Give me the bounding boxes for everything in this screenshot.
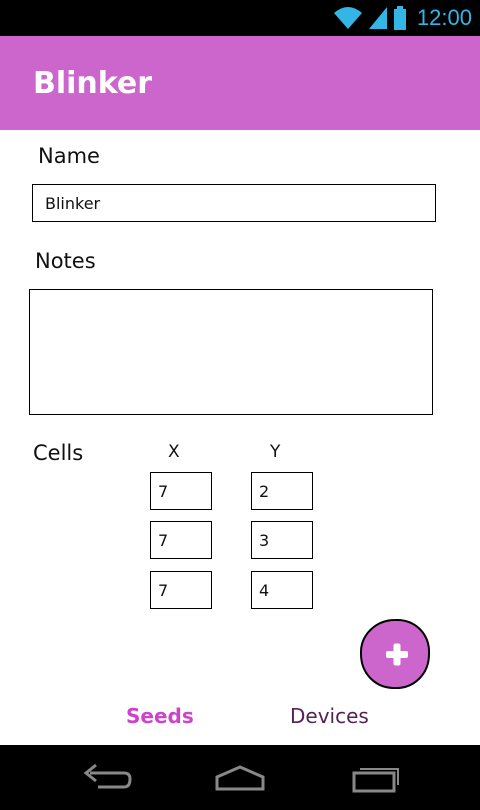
action-bar: Blinker: [0, 36, 480, 130]
signal-icon: [368, 7, 387, 29]
recents-button[interactable]: [350, 761, 402, 793]
cell-x-field[interactable]: 7: [150, 571, 212, 609]
add-cell-button[interactable]: [359, 618, 431, 690]
app-title: Blinker: [33, 66, 153, 101]
back-icon: [83, 763, 132, 789]
notes-label: Notes: [35, 249, 96, 273]
tab-devices[interactable]: Devices: [290, 704, 369, 728]
status-icons: 12:00: [333, 0, 480, 36]
plus-icon: [359, 618, 431, 690]
cell-x-field[interactable]: 7: [150, 472, 212, 510]
x-column-header: X: [168, 442, 180, 462]
cells-label: Cells: [33, 441, 84, 465]
back-button[interactable]: [80, 761, 132, 793]
home-button[interactable]: [214, 761, 266, 793]
status-time: 12:00: [416, 5, 472, 30]
home-icon: [215, 765, 265, 791]
cell-y-field[interactable]: 2: [251, 472, 313, 510]
cell-y-field[interactable]: 4: [251, 571, 313, 609]
battery-icon: [393, 6, 406, 30]
recents-icon: [352, 768, 399, 793]
cell-x-field[interactable]: 7: [150, 521, 212, 559]
name-label: Name: [38, 144, 100, 168]
navigation-bar: [0, 745, 480, 810]
wifi-icon: [333, 7, 362, 29]
name-field[interactable]: Blinker: [32, 184, 436, 222]
notes-field[interactable]: [29, 289, 433, 415]
tab-seeds[interactable]: Seeds: [126, 704, 194, 728]
cell-y-field[interactable]: 3: [251, 521, 313, 559]
status-bar: 12:00: [0, 0, 480, 36]
y-column-header: Y: [270, 442, 281, 462]
